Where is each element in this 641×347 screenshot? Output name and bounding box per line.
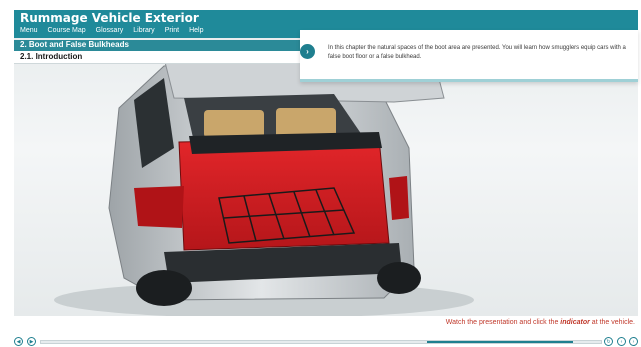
- chapter-title: 2. Boot and False Bulkheads: [20, 40, 129, 49]
- replay-icon[interactable]: ↻: [604, 337, 613, 346]
- app-title: Rummage Vehicle Exterior: [20, 11, 199, 25]
- instruction-before: Watch the presentation and click the: [445, 319, 561, 326]
- menu-item-library[interactable]: Library: [133, 27, 154, 34]
- instruction-after: at the vehicle.: [589, 319, 635, 326]
- info-panel: In this chapter the natural spaces of th…: [300, 30, 638, 82]
- instruction-highlight: indicator: [560, 319, 590, 326]
- section-title-bar: 2.1. Introduction: [14, 51, 300, 64]
- menu-item-help[interactable]: Help: [189, 27, 203, 34]
- chevron-right-icon[interactable]: ›: [300, 44, 315, 59]
- forward-icon[interactable]: ›: [629, 337, 638, 346]
- section-title: 2.1. Introduction: [20, 52, 83, 61]
- play-icon[interactable]: ▶: [27, 337, 36, 346]
- app-frame: Rummage Vehicle Exterior Menu Course Map…: [0, 0, 641, 347]
- menu-bar: Menu Course Map Glossary Library Print H…: [20, 27, 204, 34]
- progress-track[interactable]: [40, 340, 602, 344]
- chapter-title-bar: 2. Boot and False Bulkheads: [14, 40, 300, 51]
- menu-item-glossary[interactable]: Glossary: [96, 27, 124, 34]
- media-player: ◀ ▶ ↻ ‹ ›: [0, 333, 641, 347]
- menu-item-course-map[interactable]: Course Map: [48, 27, 86, 34]
- instruction-text: Watch the presentation and click the ind…: [446, 319, 635, 326]
- rewind-icon[interactable]: ◀: [14, 337, 23, 346]
- info-panel-accent: [300, 79, 638, 82]
- back-icon[interactable]: ‹: [617, 337, 626, 346]
- info-text: In this chapter the natural spaces of th…: [328, 45, 626, 60]
- menu-item-menu[interactable]: Menu: [20, 27, 38, 34]
- menu-item-print[interactable]: Print: [165, 27, 179, 34]
- progress-fill: [427, 341, 573, 343]
